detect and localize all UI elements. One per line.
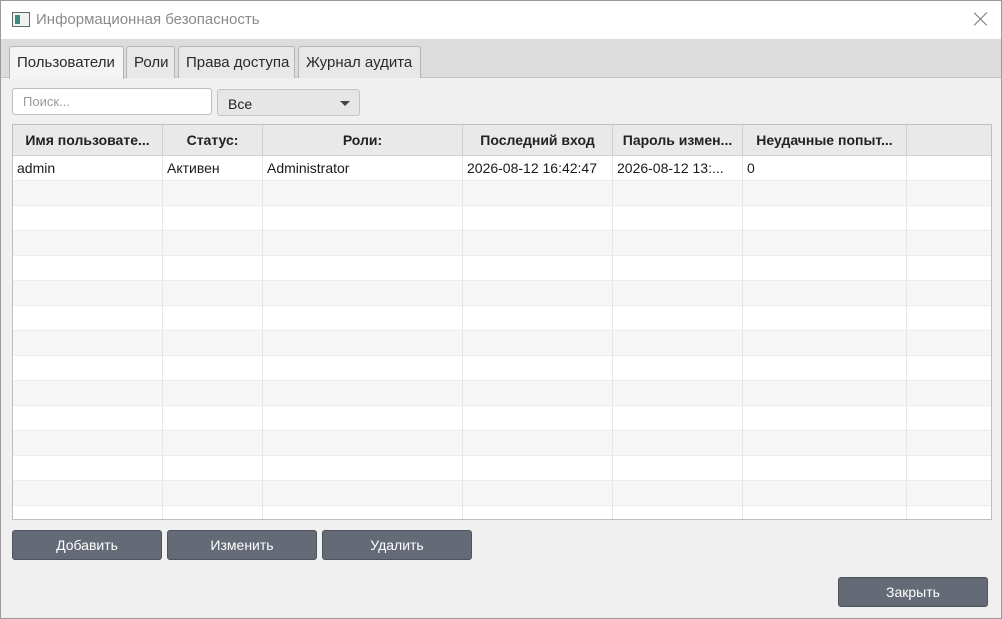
cell-last-login: 2026-08-12 16:42:47 bbox=[463, 156, 613, 181]
security-window: Информационная безопасность Пользователи… bbox=[0, 0, 1002, 619]
empty-row bbox=[13, 281, 991, 306]
cell-filler bbox=[907, 156, 991, 181]
status-filter-value: Все bbox=[228, 96, 253, 112]
cell-status: Активен bbox=[163, 156, 263, 181]
add-user-button[interactable]: Добавить bbox=[12, 530, 162, 560]
tab-users[interactable]: Пользователи bbox=[9, 46, 124, 79]
empty-row bbox=[13, 256, 991, 281]
column-header-failed-attempts[interactable]: Неудачные попыт... bbox=[743, 125, 907, 156]
empty-row bbox=[13, 506, 991, 519]
column-header-password-changed[interactable]: Пароль измен... bbox=[613, 125, 743, 156]
close-button[interactable]: Закрыть bbox=[838, 577, 988, 607]
tab-bar: Пользователи Роли Права доступа Журнал а… bbox=[1, 39, 1001, 79]
search-input[interactable] bbox=[12, 88, 212, 115]
cell-roles: Administrator bbox=[263, 156, 463, 181]
chevron-down-icon bbox=[340, 101, 350, 106]
column-header-status[interactable]: Статус: bbox=[163, 125, 263, 156]
column-header-last-login[interactable]: Последний вход bbox=[463, 125, 613, 156]
delete-user-button[interactable]: Удалить bbox=[322, 530, 472, 560]
empty-row bbox=[13, 231, 991, 256]
tab-audit-log[interactable]: Журнал аудита bbox=[298, 46, 421, 78]
title-bar: Информационная безопасность bbox=[1, 1, 1001, 39]
window-title: Информационная безопасность bbox=[36, 11, 260, 28]
table-row[interactable]: admin Активен Administrator 2026-08-12 1… bbox=[13, 156, 991, 181]
empty-row bbox=[13, 456, 991, 481]
empty-row bbox=[13, 181, 991, 206]
tab-access-rights[interactable]: Права доступа bbox=[178, 46, 295, 78]
empty-row bbox=[13, 356, 991, 381]
column-header-roles[interactable]: Роли: bbox=[263, 125, 463, 156]
empty-row bbox=[13, 481, 991, 506]
cell-failed-attempts: 0 bbox=[743, 156, 907, 181]
edit-user-button[interactable]: Изменить bbox=[167, 530, 317, 560]
users-table: Имя пользовате... Статус: Роли: Последни… bbox=[12, 124, 992, 520]
close-window-icon[interactable] bbox=[971, 9, 991, 29]
empty-row bbox=[13, 431, 991, 456]
tab-roles[interactable]: Роли bbox=[126, 46, 175, 78]
table-header: Имя пользовате... Статус: Роли: Последни… bbox=[13, 125, 991, 156]
column-header-username[interactable]: Имя пользовате... bbox=[13, 125, 163, 156]
app-window-icon bbox=[12, 12, 30, 27]
status-filter-select[interactable]: Все bbox=[217, 89, 360, 116]
cell-password-changed: 2026-08-12 13:... bbox=[613, 156, 743, 181]
column-header-filler bbox=[907, 125, 991, 156]
empty-row bbox=[13, 331, 991, 356]
empty-row bbox=[13, 381, 991, 406]
empty-row bbox=[13, 206, 991, 231]
table-body: admin Активен Administrator 2026-08-12 1… bbox=[13, 156, 991, 519]
empty-row bbox=[13, 406, 991, 431]
cell-username: admin bbox=[13, 156, 163, 181]
empty-row bbox=[13, 306, 991, 331]
